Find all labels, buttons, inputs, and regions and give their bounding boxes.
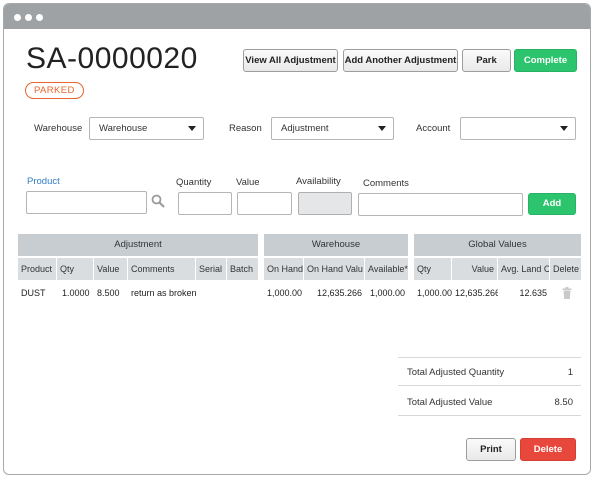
- cell-qty: 1.0000: [62, 288, 90, 298]
- column-serial: Serial: [196, 258, 227, 280]
- comments-label: Comments: [363, 178, 409, 189]
- cell-on-hand-value: 12,635.266: [316, 288, 362, 298]
- search-icon[interactable]: [151, 194, 165, 208]
- add-another-adjustment-button[interactable]: Add Another Adjustment: [343, 49, 458, 72]
- column-delete: Delete: [550, 258, 581, 280]
- comments-input[interactable]: [358, 193, 523, 216]
- product-input[interactable]: [26, 191, 147, 214]
- cell-available: 1,000.00: [369, 288, 405, 298]
- complete-button[interactable]: Complete: [514, 49, 577, 72]
- total-adjusted-value-value: 8.50: [554, 397, 574, 408]
- table-group-global-values: Global Values: [414, 234, 581, 256]
- warehouse-select[interactable]: Warehouse: [89, 117, 204, 140]
- table-group-warehouse: Warehouse: [264, 234, 408, 256]
- cell-batch: [227, 284, 258, 302]
- chevron-down-icon: [378, 126, 386, 131]
- cell-comments: return as broken: [131, 288, 196, 298]
- reason-select[interactable]: Adjustment: [271, 117, 394, 140]
- total-adjusted-quantity-value: 1: [567, 367, 573, 378]
- table-header-global: Qty Value Avg. Land C Delete: [414, 258, 581, 280]
- column-qty: Qty: [57, 258, 94, 280]
- quantity-input[interactable]: [178, 192, 232, 215]
- chevron-down-icon: [188, 126, 196, 131]
- chevron-down-icon: [560, 126, 568, 131]
- table-row[interactable]: DUST 1.0000 8.500 return as broken: [18, 284, 258, 302]
- table-header-adjustment: Product Qty Value Comments Serial Batch: [18, 258, 258, 280]
- column-global-qty: Qty: [414, 258, 452, 280]
- product-label: Product: [27, 176, 60, 187]
- warehouse-select-value: Warehouse: [99, 123, 148, 134]
- table-row-global: 1,000.00 12,635.266 12.635: [414, 284, 581, 302]
- window-dot-icon: [36, 14, 43, 21]
- divider: [398, 357, 581, 358]
- value-input[interactable]: [237, 192, 292, 215]
- print-button[interactable]: Print: [466, 438, 516, 461]
- window-titlebar: [4, 4, 590, 29]
- table-header-warehouse: On Hand On Hand Valu Available*: [264, 258, 408, 280]
- status-badge: PARKED: [25, 82, 84, 99]
- column-value: Value: [94, 258, 128, 280]
- column-global-value: Value: [452, 258, 498, 280]
- cell-on-hand: 1,000.00: [267, 288, 303, 298]
- quantity-label: Quantity: [176, 177, 212, 188]
- column-comments: Comments: [128, 258, 196, 280]
- availability-label: Availability: [296, 176, 341, 187]
- availability-field: [298, 192, 352, 215]
- window-dot-icon: [25, 14, 32, 21]
- cell-global-value: 12,635.266: [455, 288, 498, 298]
- account-select[interactable]: [460, 117, 576, 140]
- page-title: SA-0000020: [26, 42, 198, 75]
- column-batch: Batch: [227, 258, 258, 280]
- column-on-hand-value: On Hand Valu: [304, 258, 365, 280]
- cell-product: DUST: [21, 288, 46, 298]
- park-button[interactable]: Park: [462, 49, 511, 72]
- column-avg-land-cost: Avg. Land C: [498, 258, 550, 280]
- total-adjusted-quantity-label: Total Adjusted Quantity: [407, 367, 505, 378]
- reason-select-value: Adjustment: [281, 123, 329, 134]
- trash-icon[interactable]: [562, 287, 572, 299]
- cell-serial: [196, 284, 227, 302]
- column-available: Available*: [365, 258, 408, 280]
- cell-value: 8.500: [97, 288, 120, 298]
- column-product: Product: [18, 258, 57, 280]
- value-label: Value: [236, 177, 260, 188]
- account-label: Account: [416, 123, 451, 134]
- total-adjusted-value-label: Total Adjusted Value: [407, 397, 493, 408]
- add-button[interactable]: Add: [528, 193, 576, 215]
- reason-label: Reason: [229, 123, 262, 134]
- delete-button[interactable]: Delete: [520, 438, 576, 461]
- divider: [398, 385, 581, 386]
- table-group-adjustment: Adjustment: [18, 234, 258, 256]
- warehouse-label: Warehouse: [34, 123, 83, 134]
- divider: [398, 415, 581, 416]
- view-all-adjustment-button[interactable]: View All Adjustment: [243, 49, 338, 72]
- column-on-hand: On Hand: [264, 258, 304, 280]
- cell-global-qty: 1,000.00: [417, 288, 452, 298]
- table-row-warehouse: 1,000.00 12,635.266 1,000.00: [264, 284, 408, 302]
- cell-avg-land-cost: 12.635: [519, 288, 547, 298]
- window-dot-icon: [14, 14, 21, 21]
